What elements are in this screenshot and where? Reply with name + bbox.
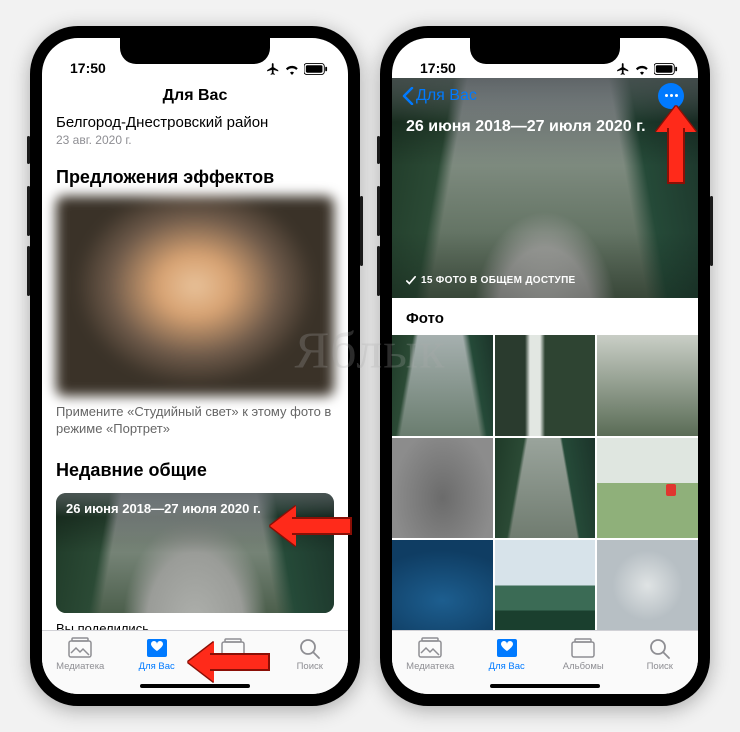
photo-thumbnail[interactable]: [495, 335, 596, 436]
library-icon: [67, 637, 93, 659]
status-icons: [266, 62, 328, 76]
tab-label: Альбомы: [563, 661, 604, 672]
home-indicator[interactable]: [140, 684, 250, 688]
back-button[interactable]: Для Вас: [402, 87, 477, 105]
wifi-icon: [634, 63, 650, 75]
photo-thumbnail[interactable]: [495, 540, 596, 630]
more-button[interactable]: [658, 83, 684, 109]
photo-thumbnail[interactable]: [392, 540, 493, 630]
photo-thumbnail[interactable]: [597, 335, 698, 436]
battery-icon: [654, 63, 678, 75]
notch: [470, 38, 620, 64]
chevron-left-icon: [402, 87, 414, 105]
phone-right: 17:50 Для Вас 26 июня 2018—27 июля 2020 …: [380, 26, 710, 706]
for-you-icon: [494, 637, 520, 659]
status-icons: [616, 62, 678, 76]
nav-bar: Для Вас: [392, 78, 698, 114]
airplane-icon: [616, 62, 630, 76]
wifi-icon: [284, 63, 300, 75]
effect-caption: Примените «Студийный свет» к этому фото …: [42, 396, 348, 448]
tab-label: Для Вас: [489, 661, 525, 672]
phone-left: 17:50 Для Вас Белгород-Днестровский райо…: [30, 26, 360, 706]
for-you-icon: [144, 637, 170, 659]
tab-label: Поиск: [647, 661, 673, 672]
content-scroll[interactable]: Белгород-Днестровский район 23 авг. 2020…: [42, 114, 348, 630]
checkmark-icon: [406, 276, 416, 286]
photos-heading: Фото: [392, 298, 698, 335]
recent-shared-heading: Недавние общие: [42, 448, 348, 489]
photo-grid: [392, 335, 698, 630]
photo-thumbnail[interactable]: [495, 438, 596, 539]
content-scroll[interactable]: 26 июня 2018—27 июля 2020 г. 15 ФОТО В О…: [392, 78, 698, 630]
tab-label: Медиатека: [56, 661, 104, 672]
tab-library[interactable]: Медиатека: [392, 631, 469, 694]
you-shared-label: Вы поделились: [42, 619, 348, 630]
tab-label: Поиск: [297, 661, 323, 672]
home-indicator[interactable]: [490, 684, 600, 688]
hero-shared-status: 15 ФОТО В ОБЩЕМ ДОСТУПЕ: [406, 275, 576, 286]
photo-thumbnail[interactable]: [392, 438, 493, 539]
effects-heading: Предложения эффектов: [42, 155, 348, 196]
effect-suggestion-card[interactable]: [56, 196, 334, 396]
nav-bar: Для Вас: [42, 78, 348, 114]
notch: [120, 38, 270, 64]
annotation-arrow: [188, 642, 272, 682]
photo-thumbnail[interactable]: [392, 335, 493, 436]
library-icon: [417, 637, 443, 659]
memory-date: 23 авг. 2020 г.: [42, 131, 348, 155]
hero-title: 26 июня 2018—27 июля 2020 г.: [406, 118, 684, 136]
annotation-arrow: [656, 106, 696, 186]
memory-location: Белгород-Днестровский район: [42, 114, 348, 131]
tab-library[interactable]: Медиатека: [42, 631, 119, 694]
battery-icon: [304, 63, 328, 75]
status-time: 17:50: [70, 60, 106, 76]
page-title: Для Вас: [163, 87, 228, 105]
airplane-icon: [266, 62, 280, 76]
tab-search[interactable]: Поиск: [622, 631, 699, 694]
tab-search[interactable]: Поиск: [272, 631, 349, 694]
tab-label: Для Вас: [139, 661, 175, 672]
back-label: Для Вас: [416, 87, 477, 105]
photo-thumbnail[interactable]: [597, 438, 698, 539]
annotation-arrow: [270, 506, 354, 546]
status-time: 17:50: [420, 60, 456, 76]
search-icon: [648, 637, 672, 659]
search-icon: [298, 637, 322, 659]
albums-icon: [570, 637, 596, 659]
photo-thumbnail[interactable]: [597, 540, 698, 630]
tab-label: Медиатека: [406, 661, 454, 672]
